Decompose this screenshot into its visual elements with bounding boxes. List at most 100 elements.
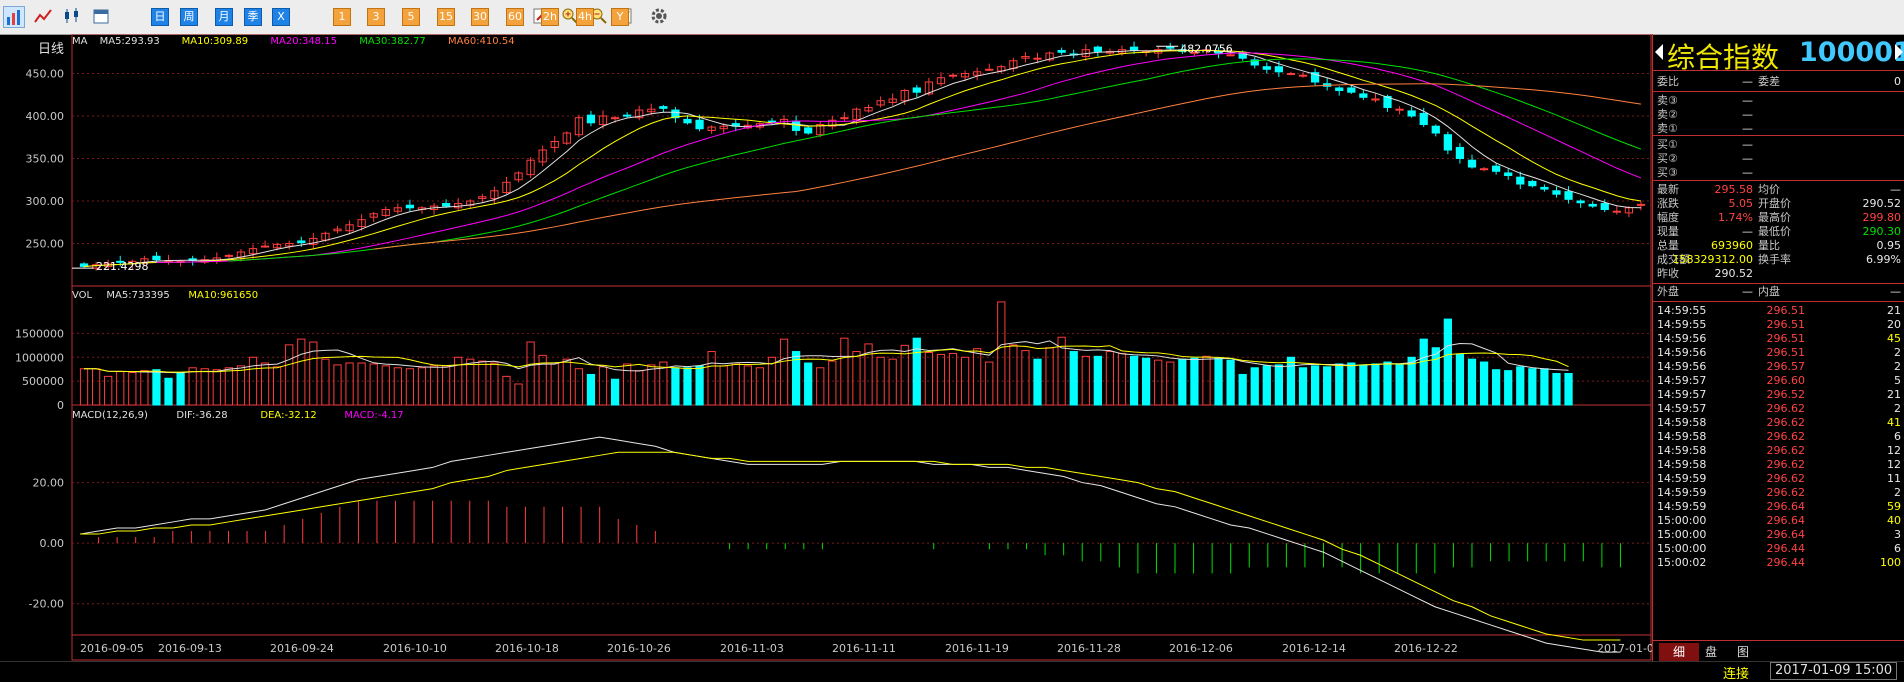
volume-bar xyxy=(321,358,330,406)
macd-tick-label: -20.00 xyxy=(29,598,64,611)
interval-button-0[interactable]: 1 xyxy=(333,8,351,26)
connection-status[interactable]: 连接 xyxy=(1723,663,1749,682)
candle-body xyxy=(1492,165,1501,172)
macd-tick-label: 0.00 xyxy=(40,537,65,550)
line-chart-icon[interactable] xyxy=(32,6,54,28)
volume-bar xyxy=(1093,355,1102,406)
prev-arrow-icon[interactable] xyxy=(1655,44,1663,60)
candle-body xyxy=(804,127,813,134)
period-button-0[interactable]: 日 xyxy=(151,8,169,26)
date-tick-label: 2016-09-05 xyxy=(80,642,144,655)
volume-bar xyxy=(1467,358,1477,406)
volume-bar xyxy=(1335,363,1344,406)
volume-bar xyxy=(828,360,837,406)
volume-tick-label: 0 xyxy=(57,399,64,412)
period-button-3[interactable]: 季 xyxy=(244,8,262,26)
prev-close-row-label: 昨收 xyxy=(1657,267,1679,280)
dea-line xyxy=(80,451,1621,641)
ma60-line xyxy=(373,83,1642,250)
volume-bar xyxy=(285,344,294,406)
date-tick-label: 2016-12-06 xyxy=(1169,642,1233,655)
candle-body xyxy=(1286,73,1296,75)
weibi-row-value: — xyxy=(1742,75,1753,88)
candle-body xyxy=(659,106,668,109)
candlestick-icon[interactable] xyxy=(61,6,83,28)
price-tick-label: 300.00 xyxy=(26,195,65,208)
interval-button-3[interactable]: 15 xyxy=(437,8,455,26)
volume-bar xyxy=(429,365,439,406)
candle-body xyxy=(1467,159,1477,168)
macd-legend-1: DIF:-36.28 xyxy=(176,410,227,421)
volume-bar xyxy=(1528,368,1537,406)
quote-title-bar: 综合指数 100001 xyxy=(1653,34,1904,74)
calendar-icon[interactable] xyxy=(90,6,112,28)
candle-body xyxy=(840,117,849,120)
kline-chart[interactable]: 450.00 400.00 350.00 300.00 250.00 482.0756 22… xyxy=(0,34,1652,661)
volume-bar xyxy=(1504,370,1513,406)
index-code: 100001 xyxy=(1799,37,1904,68)
interval-button-2[interactable]: 5 xyxy=(402,8,420,26)
volume-bar xyxy=(1045,347,1054,406)
period-button-4[interactable]: X xyxy=(272,8,290,26)
weibi-row-label: 委比 xyxy=(1657,75,1679,88)
volume-bar xyxy=(333,364,342,406)
candle-body xyxy=(948,74,958,77)
volume-bar xyxy=(188,367,197,406)
volume-bar xyxy=(1419,338,1428,406)
volume-bar xyxy=(236,365,246,406)
candle-body xyxy=(683,118,692,124)
candle-body xyxy=(586,114,596,124)
interval-button-5[interactable]: 60 xyxy=(506,8,524,26)
volume-bar xyxy=(610,378,620,406)
volume-bar xyxy=(1383,361,1392,406)
date-tick-label: 2016-12-14 xyxy=(1282,642,1346,655)
interval-button-4[interactable]: 30 xyxy=(471,8,489,26)
volume-bar xyxy=(1069,351,1078,406)
settings-icon[interactable] xyxy=(648,6,670,28)
volume-bar xyxy=(164,377,173,406)
volume-bar xyxy=(1540,368,1549,406)
price-tick-label: 250.00 xyxy=(26,238,65,251)
candle-body xyxy=(985,68,994,71)
candle-body xyxy=(1129,46,1139,52)
panel-tab-2[interactable]: 图 xyxy=(1723,643,1763,661)
divider xyxy=(1653,301,1904,302)
volume-bar xyxy=(260,362,270,406)
date-tick-label: 2016-10-18 xyxy=(495,642,559,655)
volume-bar xyxy=(936,353,946,406)
volume-bar xyxy=(683,367,692,406)
candle-body xyxy=(1636,203,1646,206)
date-tick-label: 2016-09-24 xyxy=(270,642,334,655)
macd-legend-0: MACD(12,26,9) xyxy=(72,410,148,421)
candle-body xyxy=(1395,108,1404,111)
volume-bar xyxy=(586,373,596,406)
candle-body xyxy=(1419,112,1428,125)
candle-body xyxy=(912,87,921,93)
interval-button-6[interactable]: 2h xyxy=(541,8,559,26)
volume-bar xyxy=(417,367,427,406)
volume-bar xyxy=(1190,357,1199,406)
next-arrow-icon[interactable] xyxy=(1895,44,1903,60)
date-tick-label: 2016-11-19 xyxy=(945,642,1009,655)
volume-bar xyxy=(1117,352,1127,406)
tick-price: 296.44 xyxy=(1766,556,1806,569)
ma-legend-0: MA xyxy=(72,36,88,47)
volume-bar xyxy=(1395,364,1404,406)
period-button-2[interactable]: 月 xyxy=(215,8,233,26)
chart-frame xyxy=(71,34,1652,661)
interval-button-8[interactable]: Y xyxy=(611,8,629,26)
volume-tick-label: 500000 xyxy=(22,375,64,388)
candle-body xyxy=(297,240,306,244)
volume-bar xyxy=(779,338,789,406)
buy-row-2-value: — xyxy=(1742,166,1753,179)
bar-chart-icon[interactable] xyxy=(3,6,25,28)
interval-button-7[interactable]: 4h xyxy=(576,8,594,26)
interval-button-1[interactable]: 3 xyxy=(367,8,385,26)
volume-bar xyxy=(357,362,366,406)
outer-inner-row-value2: — xyxy=(1890,285,1901,298)
candle-body xyxy=(1057,50,1066,53)
volume-bar xyxy=(1455,353,1465,406)
volume-bar xyxy=(695,365,704,406)
period-button-1[interactable]: 周 xyxy=(180,8,198,26)
divider xyxy=(1653,91,1904,92)
